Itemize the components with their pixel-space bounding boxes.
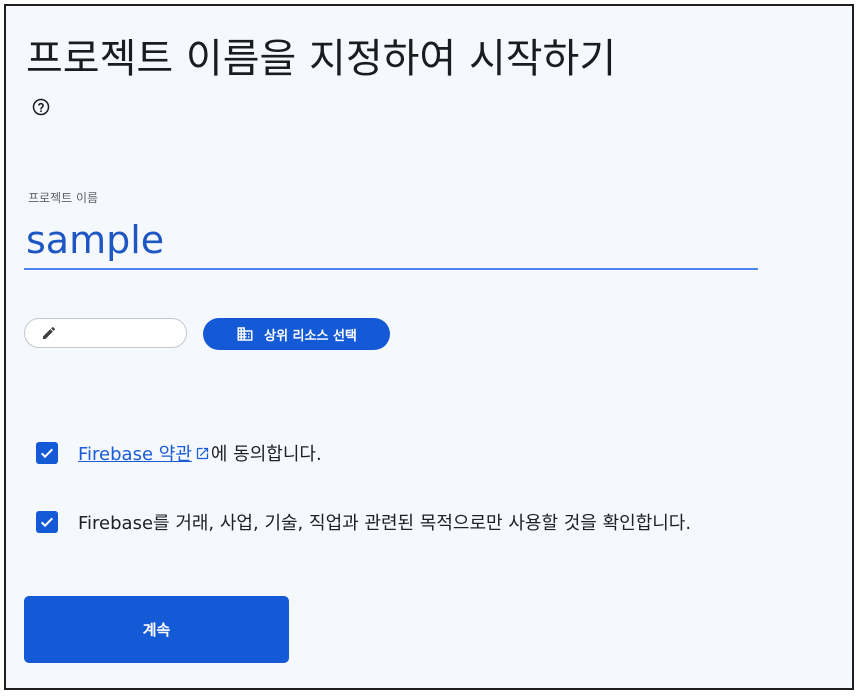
pencil-icon — [43, 326, 56, 339]
purpose-confirmation-text: Firebase를 거래, 사업, 기술, 직업과 관련된 목적으로만 사용할 … — [78, 513, 692, 534]
project-id-chip[interactable] — [24, 318, 187, 348]
purpose-checkbox[interactable] — [36, 511, 58, 533]
help-circle-icon[interactable] — [32, 98, 50, 116]
select-parent-resource-label: 상위 리소스 선택 — [264, 328, 357, 344]
checkmark-icon — [40, 448, 54, 459]
firebase-terms-link[interactable]: Firebase 약관 — [78, 440, 192, 466]
checkmark-icon — [40, 517, 54, 528]
terms-checkbox[interactable] — [36, 442, 58, 464]
project-name-label: 프로젝트 이름 — [28, 191, 99, 205]
page-title-text: 프로젝트 이름을 지정하여 시작하기 — [26, 36, 617, 82]
continue-button[interactable]: 계속 — [24, 596, 289, 663]
terms-agreement-text: 에 동의합니다. — [210, 444, 322, 465]
open-in-new-icon — [196, 447, 208, 459]
project-name-input[interactable] — [24, 212, 758, 270]
purpose-confirmation-row: Firebase를 거래, 사업, 기술, 직업과 관련된 목적으로만 사용할 … — [36, 509, 691, 535]
terms-agreement-row: Firebase 약관 에 동의합니다. — [36, 440, 322, 466]
project-setup-panel: 프로젝트 이름을 지정하여 시작하기 프로젝트 이름 상위 리소스 선택 Fir… — [4, 4, 854, 690]
building-icon — [237, 327, 253, 341]
select-parent-resource-button[interactable]: 상위 리소스 선택 — [203, 318, 390, 350]
page-title: 프로젝트 이름을 지정하여 시작하기 — [26, 28, 626, 152]
